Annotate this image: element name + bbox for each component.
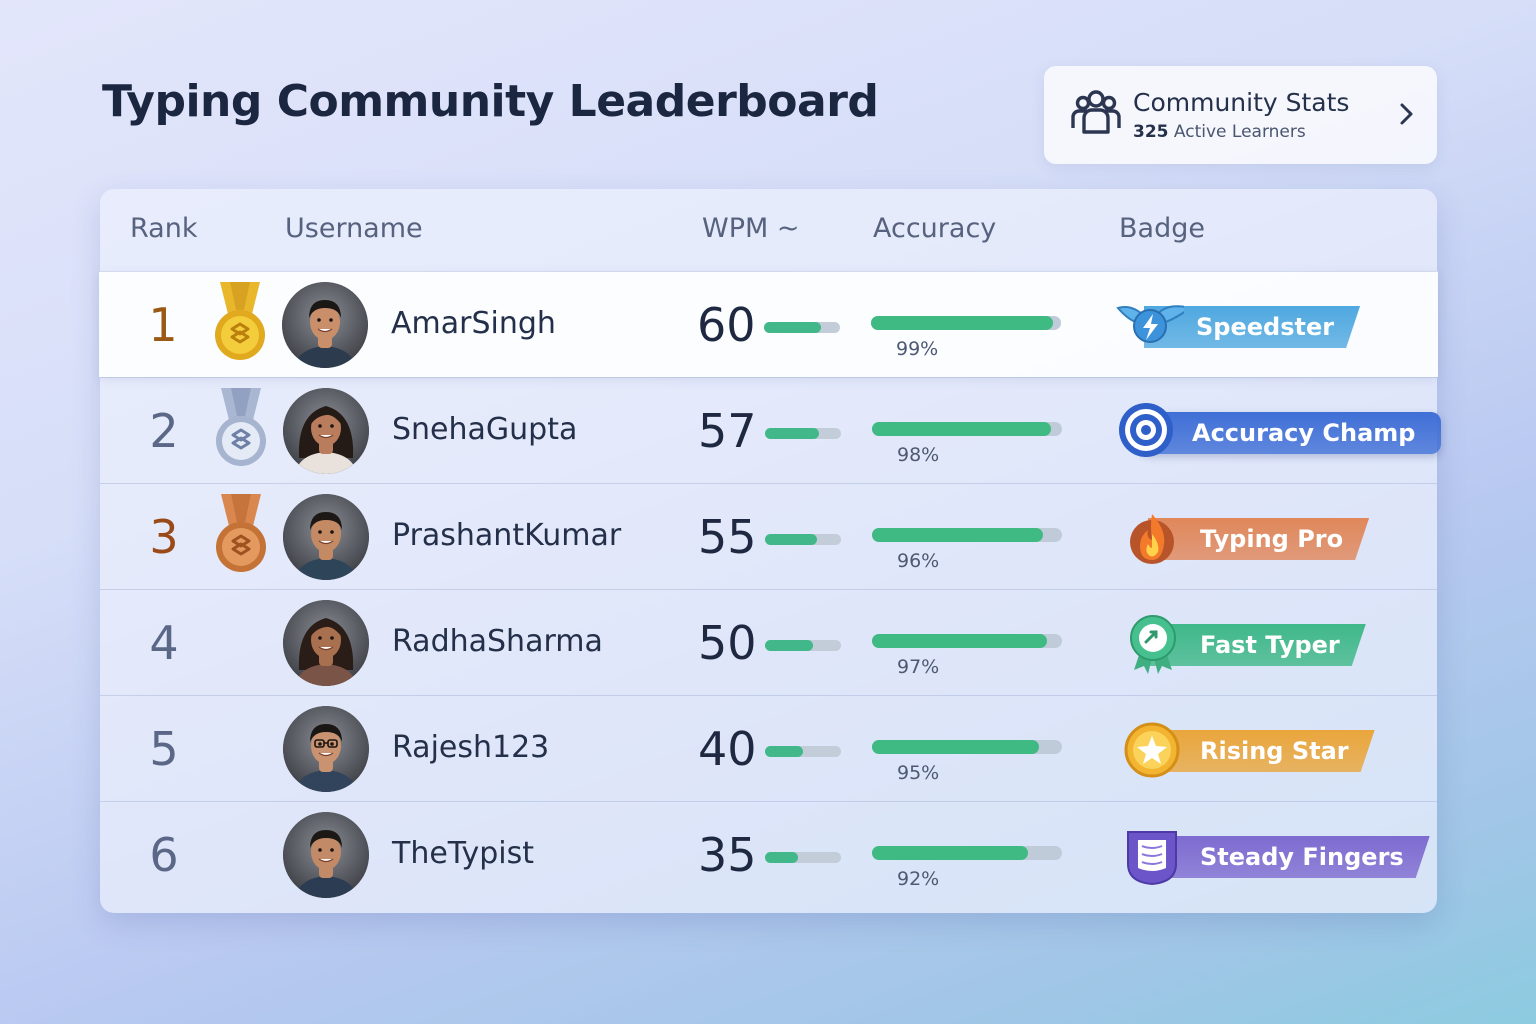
accuracy-bar-track: [872, 846, 1062, 860]
winged-lightning-icon: [1116, 305, 1184, 343]
accuracy-bar-fill: [872, 528, 1043, 542]
gold-medal-icon: [215, 282, 265, 360]
avatar[interactable]: [283, 494, 369, 580]
avatar-portrait-icon: [283, 388, 369, 474]
wpm-bar-track: [765, 428, 841, 439]
wpm-value: 35: [698, 828, 757, 882]
avatar-portrait-icon: [283, 812, 369, 898]
accuracy-bar-fill: [872, 740, 1040, 754]
active-learner-label: Active Learners: [1173, 122, 1306, 142]
rank-number: 4: [149, 616, 179, 670]
wpm-value: 50: [698, 616, 757, 670]
username[interactable]: SnehaGupta: [392, 412, 577, 447]
chevron-right-icon[interactable]: [1399, 102, 1415, 126]
wpm-bar-fill: [765, 640, 813, 651]
username[interactable]: Rajesh123: [392, 730, 549, 765]
wpm-value: 57: [698, 404, 757, 458]
accuracy-percent: 97%: [897, 656, 940, 678]
avatar-portrait-icon: [282, 282, 368, 368]
table-row[interactable]: 6 TheTypist 35 92% Steady Fingers: [100, 801, 1437, 907]
wpm-bar-fill: [765, 534, 818, 545]
accuracy-percent: 98%: [897, 444, 940, 466]
accuracy-bar-track: [872, 528, 1062, 542]
header-username[interactable]: Username: [285, 213, 423, 244]
avatar[interactable]: [283, 600, 369, 686]
book-shield-icon: [1127, 831, 1177, 886]
table-row[interactable]: 1 AmarSingh 60 99% Speedster: [99, 271, 1438, 377]
stats-subtitle: 325 Active Learners: [1133, 122, 1306, 142]
table-header: Rank Username WPM ~ Accuracy Badge: [100, 189, 1437, 271]
badge-label: Accuracy Champ: [1140, 412, 1442, 454]
community-stats-card[interactable]: Community Stats 325 Active Learners: [1044, 66, 1437, 164]
rank-number: 6: [149, 828, 179, 882]
flame-icon: [1130, 514, 1174, 564]
silver-medal-icon: [216, 388, 266, 466]
accuracy-bar-fill: [872, 422, 1051, 436]
rank-number: 2: [149, 404, 179, 458]
avatar[interactable]: [283, 812, 369, 898]
table-row[interactable]: 4 RadhaSharma 50 97% Fast Typer: [100, 589, 1437, 695]
page-title: Typing Community Leaderboard: [102, 76, 879, 127]
bronze-medal-icon: [216, 494, 266, 572]
accuracy-percent: 95%: [897, 762, 940, 784]
accuracy-percent: 96%: [897, 550, 940, 572]
table-row[interactable]: 3 PrashantKumar 55 96% Typing Pro: [100, 483, 1437, 589]
award-rosette-icon: [1130, 615, 1176, 674]
wpm-value: 60: [697, 298, 756, 352]
accuracy-bar-track: [872, 740, 1062, 754]
accuracy-bar-fill: [871, 316, 1054, 330]
accuracy-bar-fill: [872, 846, 1028, 860]
header-accuracy[interactable]: Accuracy: [873, 213, 996, 244]
avatar[interactable]: [282, 282, 368, 368]
header-badge[interactable]: Badge: [1119, 213, 1205, 244]
wpm-bar-fill: [765, 746, 803, 757]
table-row[interactable]: 5 Rajesh123 40 95% Rising Star: [100, 695, 1437, 801]
target-icon: [1119, 403, 1173, 457]
wpm-bar-fill: [764, 322, 821, 333]
header-wpm-sort[interactable]: WPM ~: [702, 213, 799, 244]
wpm-bar-track: [765, 640, 841, 651]
leaderboard-table: Rank Username WPM ~ Accuracy Badge 1 Amar…: [99, 189, 1442, 913]
wpm-value: 40: [698, 722, 757, 776]
rank-number: 5: [149, 722, 179, 776]
wpm-bar-fill: [765, 428, 819, 439]
avatar-portrait-icon: [283, 600, 369, 686]
people-group-icon: [1071, 90, 1121, 134]
accuracy-bar-track: [872, 422, 1062, 436]
username[interactable]: TheTypist: [392, 836, 534, 871]
avatar-portrait-icon: [283, 706, 369, 792]
avatar[interactable]: [283, 706, 369, 792]
username[interactable]: PrashantKumar: [392, 518, 621, 553]
avatar[interactable]: [283, 388, 369, 474]
accuracy-bar-track: [871, 316, 1061, 330]
accuracy-bar-track: [872, 634, 1062, 648]
accuracy-bar-fill: [872, 634, 1047, 648]
wpm-bar-track: [765, 746, 841, 757]
accuracy-percent: 99%: [896, 338, 939, 360]
rank-number: 1: [148, 298, 178, 352]
username[interactable]: RadhaSharma: [392, 624, 603, 659]
wpm-bar-track: [765, 534, 841, 545]
wpm-bar-fill: [765, 852, 799, 863]
badge-label: Steady Fingers: [1148, 836, 1430, 878]
accuracy-percent: 92%: [897, 868, 940, 890]
username[interactable]: AmarSingh: [391, 306, 556, 341]
avatar-portrait-icon: [283, 494, 369, 580]
table-row[interactable]: 2 SnehaGupta 57 98% Accuracy Champ: [100, 377, 1442, 483]
wpm-bar-track: [764, 322, 840, 333]
header-rank[interactable]: Rank: [130, 213, 197, 244]
stats-title: Community Stats: [1133, 88, 1350, 117]
rank-number: 3: [149, 510, 179, 564]
active-learner-count: 325: [1133, 122, 1169, 142]
star-coin-icon: [1124, 722, 1180, 778]
wpm-bar-track: [765, 852, 841, 863]
wpm-value: 55: [698, 510, 757, 564]
